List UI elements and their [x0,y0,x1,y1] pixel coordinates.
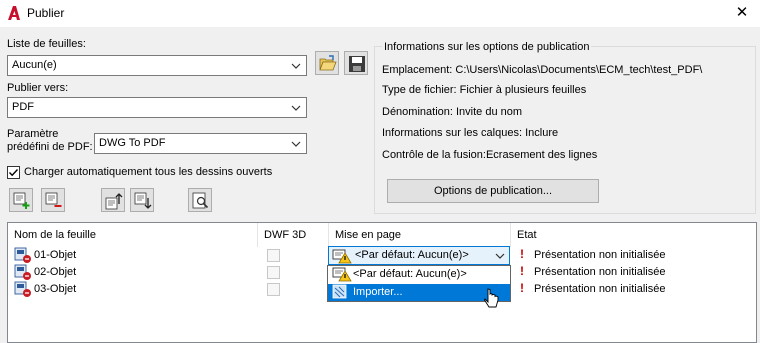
publish-options-button[interactable]: Options de publication... [387,179,599,203]
naming-label: Dénomination: [382,106,453,118]
pdf-preset-select[interactable]: DWG To PDF [94,133,307,154]
remove-sheets-button[interactable] [41,188,65,212]
sheet-list-value: Aucun(e) [12,59,57,71]
column-header-dwf3d[interactable]: DWF 3D [258,223,329,247]
chevron-down-icon [495,253,505,259]
file-type-row: Type de fichier: Fichier à plusieurs feu… [382,84,586,96]
naming-value: Invite du nom [456,106,523,118]
layers-row: Informations sur les calques: Inclure [382,127,558,139]
location-row: Emplacement: C:\Users\Nicolas\Documents\… [382,64,702,76]
close-button[interactable]: ✕ [724,0,760,27]
window-title: Publier [27,6,65,20]
sheet-layout-icon [14,281,31,297]
save-sheet-list-button[interactable] [344,51,368,75]
chevron-down-icon [291,63,301,69]
dropdown-item-label: Importer... [353,286,403,298]
add-sheet-icon [13,192,30,209]
page-setup-warning-icon [332,267,352,282]
move-up-icon [105,193,123,210]
merge-label: Contrôle de la fusion: [382,149,486,161]
page-setup-warning-icon [332,249,352,264]
load-sheet-list-button[interactable] [315,51,339,75]
move-sheet-down-button[interactable] [130,188,154,212]
warning-exclamation-icon: ! [520,264,524,278]
publish-to-label: Publier vers: [7,82,69,94]
layers-value: Inclure [525,127,559,139]
location-label: Emplacement: [382,64,453,76]
sheet-list-label: Liste de feuilles: [7,38,86,50]
publish-to-select[interactable]: PDF [7,97,307,118]
folder-open-icon [319,55,337,71]
dwf3d-checkbox[interactable] [267,249,280,262]
dwf3d-checkbox[interactable] [267,266,280,279]
publish-to-value: PDF [12,101,34,113]
layers-label: Informations sur les calques: [382,127,523,139]
location-value: C:\Users\Nicolas\Documents\ECM_tech\test… [455,64,703,76]
move-down-icon [134,192,152,209]
chevron-down-icon [291,105,301,111]
checkmark-icon [9,169,19,177]
preview-magnifier-icon [192,192,209,209]
sheet-name: 03-Objet [34,283,77,295]
dwf3d-checkbox[interactable] [267,283,280,296]
file-type-value: Fichier à plusieurs feuilles [459,84,587,96]
column-header-sheet-name[interactable]: Nom de la feuille [8,223,258,247]
autocad-logo-icon [8,6,20,20]
mouse-cursor-icon [484,288,499,308]
sheet-state: Présentation non initialisée [534,266,666,278]
pdf-preset-label-line2: prédéfini de PDF: [7,141,93,153]
dropdown-item-default[interactable]: <Par défaut: Aucun(e)> [328,266,510,283]
pdf-preset-label-line1: Paramètre [7,128,59,140]
auto-load-label: Charger automatiquement tous les dessins… [24,166,273,178]
dropdown-item-import[interactable]: Importer... [328,284,510,301]
merge-value: Ecrasement des lignes [485,149,598,161]
column-header-state[interactable]: Etat [511,223,756,247]
info-group-title: Informations sur les options de publicat… [382,41,592,53]
chevron-down-icon [291,141,301,147]
file-type-label: Type de fichier: [382,84,457,96]
pdf-preset-value: DWG To PDF [99,137,166,149]
save-disk-icon [349,56,365,72]
column-header-page-setup[interactable]: Mise en page [329,223,511,247]
import-icon [332,284,347,299]
title-bar [0,0,760,27]
sheet-state: Présentation non initialisée [534,283,666,295]
naming-row: Dénomination: Invite du nom [382,106,522,118]
add-sheets-button[interactable] [9,188,33,212]
sheet-name: 01-Objet [34,249,77,261]
sheet-list-select[interactable]: Aucun(e) [7,55,307,76]
remove-sheet-icon [45,192,62,207]
preview-button[interactable] [188,188,212,212]
dropdown-item-label: <Par défaut: Aucun(e)> [353,268,467,280]
sheet-state: Présentation non initialisée [534,249,666,261]
warning-exclamation-icon: ! [520,281,524,295]
page-setup-select[interactable]: <Par défaut: Aucun(e)> [328,246,510,265]
page-setup-value: <Par défaut: Aucun(e)> [355,249,469,261]
warning-exclamation-icon: ! [520,247,524,261]
sheet-name: 02-Objet [34,266,77,278]
merge-row: Contrôle de la fusion:Ecrasement des lig… [382,149,597,161]
sheet-layout-icon [14,247,31,263]
sheet-layout-icon [14,264,31,280]
auto-load-checkbox[interactable] [7,166,20,179]
move-sheet-up-button[interactable] [101,188,125,212]
